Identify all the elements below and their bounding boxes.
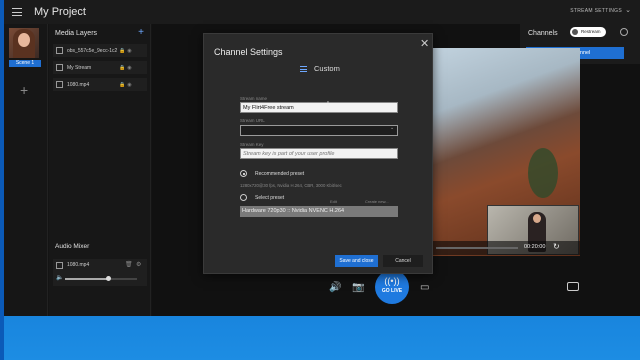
- channels-title: Channels: [528, 30, 558, 37]
- stream-key-label: Stream Key: [240, 142, 264, 147]
- scenes-panel: Scene 1 +: [4, 24, 48, 316]
- channel-toggle[interactable]: [620, 28, 628, 36]
- dialog-title: Channel Settings: [214, 47, 283, 57]
- restream-label: Restream: [581, 29, 601, 34]
- close-icon[interactable]: ✕: [420, 37, 429, 50]
- add-scene-button[interactable]: +: [20, 82, 28, 98]
- eye-icon[interactable]: ◉: [127, 48, 131, 54]
- layer-name: My Stream: [67, 64, 92, 71]
- go-live-button[interactable]: ((•)) GO LIVE: [375, 270, 409, 304]
- stream-url-input[interactable]: [240, 125, 398, 136]
- stream-settings-button[interactable]: STREAM SETTINGS: [570, 8, 622, 14]
- layer-row[interactable]: My Stream 🔒 ◉: [53, 61, 147, 74]
- eye-icon[interactable]: ◉: [127, 65, 131, 71]
- layer-type-icon: [56, 81, 63, 88]
- stream-url-label: Stream URL: [240, 118, 265, 123]
- media-icon[interactable]: ▭: [420, 282, 429, 293]
- preset-select[interactable]: Hardware 720p30 :: Nvidia NVENC H.264: [240, 206, 398, 217]
- stream-key-input[interactable]: [240, 148, 398, 159]
- volume-slider[interactable]: [65, 276, 137, 281]
- channel-settings-dialog: Channel Settings ✕ Custom Stream name I …: [203, 33, 433, 274]
- chevron-down-icon[interactable]: ⌄: [390, 125, 394, 131]
- dialog-subtitle-text: Custom: [314, 64, 340, 73]
- cancel-button[interactable]: Cancel: [383, 255, 423, 267]
- menu-icon[interactable]: [12, 8, 22, 16]
- restream-icon: [572, 29, 578, 35]
- recommended-preset-radio[interactable]: [240, 170, 247, 177]
- trash-icon[interactable]: 🗑: [125, 261, 133, 268]
- app-title: My Project: [34, 6, 86, 18]
- speaker-icon[interactable]: 🔊: [329, 282, 341, 293]
- thumbnail-face-shape: [18, 33, 30, 47]
- chevron-down-icon[interactable]: ⌄: [625, 6, 631, 14]
- scene-label[interactable]: Scene 1: [9, 60, 41, 67]
- sliders-icon: [300, 65, 307, 72]
- speaker-icon[interactable]: 🔈: [56, 274, 63, 281]
- stream-name-label: Stream name: [240, 96, 268, 101]
- loop-icon[interactable]: ↻: [553, 242, 560, 251]
- layer-type-icon: [56, 64, 63, 71]
- title-bar: My Project STREAM SETTINGS ⌄: [4, 0, 640, 24]
- layer-name: 1080.mp4: [67, 81, 90, 88]
- lock-icon[interactable]: 🔒: [119, 48, 125, 54]
- camera-icon[interactable]: 📷: [352, 282, 364, 293]
- scene-thumbnail[interactable]: [9, 28, 39, 58]
- select-preset-radio[interactable]: [240, 194, 247, 201]
- audio-mixer-title: Audio Mixer: [55, 243, 90, 250]
- lock-icon[interactable]: 🔒: [119, 82, 125, 88]
- broadcast-icon: ((•)): [384, 276, 400, 286]
- playback-timeline: 00:20:00 ↻: [432, 241, 580, 255]
- edit-preset-link[interactable]: Edit: [330, 199, 337, 204]
- lock-icon[interactable]: 🔒: [119, 65, 125, 71]
- recommended-preset-description: 1280x720@30 fps, Nvidia H.264, CBR, 3000…: [240, 183, 342, 188]
- timeline-track[interactable]: [436, 247, 518, 249]
- select-preset-label: Select preset: [255, 195, 285, 201]
- restream-badge[interactable]: Restream: [570, 27, 606, 37]
- volume-fill: [65, 278, 109, 280]
- gear-icon[interactable]: ⚙: [136, 261, 141, 268]
- media-layers-panel: Media Layers + obs_557c5e_9ecc-1c2... 🔒 …: [49, 24, 151, 316]
- save-and-close-button[interactable]: Save and close: [335, 255, 378, 267]
- audio-source-icon: [56, 262, 63, 269]
- text-cursor-icon: I: [327, 101, 329, 108]
- create-preset-link[interactable]: Create new...: [365, 199, 389, 204]
- pip-face-shape: [533, 214, 541, 223]
- add-layer-button[interactable]: +: [138, 27, 144, 38]
- dialog-subtitle: Custom: [300, 64, 340, 73]
- mixer-row: 1080.mp4 🗑 ⚙ 🔈: [53, 259, 147, 286]
- timeline-time: 00:20:00: [524, 244, 546, 250]
- layer-row[interactable]: obs_557c5e_9ecc-1c2... 🔒 ◉: [53, 44, 147, 57]
- volume-knob[interactable]: [105, 276, 111, 281]
- recommended-preset-label: Recommended preset: [255, 171, 305, 177]
- layer-row[interactable]: 1080.mp4 🔒 ◉: [53, 78, 147, 91]
- mixer-source-name: 1080.mp4: [67, 262, 90, 268]
- layer-name: obs_557c5e_9ecc-1c2...: [67, 47, 117, 54]
- chat-icon[interactable]: [567, 282, 579, 291]
- go-live-label: GO LIVE: [381, 288, 403, 294]
- media-layers-title: Media Layers: [55, 30, 98, 37]
- layer-type-icon: [56, 47, 63, 54]
- eye-icon[interactable]: ◉: [127, 82, 131, 88]
- preview-tree-shape: [528, 148, 558, 198]
- stream-name-input[interactable]: [240, 102, 398, 113]
